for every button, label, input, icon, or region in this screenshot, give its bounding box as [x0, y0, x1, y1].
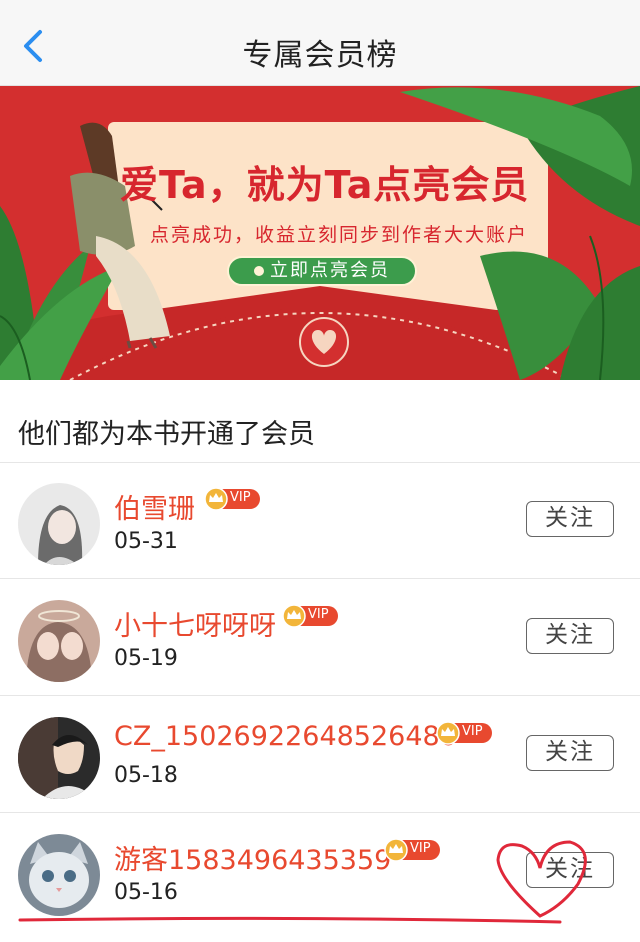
banner-subtitle: 点亮成功，收益立刻同步到作者大大账户 [150, 224, 529, 246]
banner-headline: 爱Ta，就为Ta点亮会员 [120, 163, 530, 207]
member-name[interactable]: 伯雪珊 [114, 487, 195, 526]
avatar-image [18, 600, 100, 682]
vip-badge: VIP [282, 604, 340, 628]
dot-icon [254, 266, 264, 276]
avatar[interactable] [18, 483, 100, 565]
vip-label: VIP [230, 490, 251, 505]
vip-label: VIP [308, 607, 329, 622]
promo-banner[interactable]: 爱Ta，就为Ta点亮会员 点亮成功，收益立刻同步到作者大大账户 立即点亮会员 [0, 86, 640, 380]
vip-badge: VIP [436, 721, 494, 745]
hand-drawn-heart-annotation [18, 840, 587, 924]
avatar-image [18, 717, 100, 799]
avatar[interactable] [18, 600, 100, 682]
page-title: 专属会员榜 [242, 38, 398, 73]
follow-button[interactable]: 关注 [526, 618, 614, 654]
vip-label: VIP [462, 724, 483, 739]
avatar[interactable] [18, 717, 100, 799]
member-row[interactable]: 伯雪珊 VIP 05-31 关注 [0, 463, 640, 579]
member-name[interactable]: 小十七呀呀呀 [114, 604, 276, 643]
light-up-member-button[interactable]: 立即点亮会员 [227, 256, 417, 286]
cta-label: 立即点亮会员 [270, 260, 390, 281]
member-date: 05-19 [114, 646, 178, 671]
member-row[interactable]: CZ_15026922648526480 VIP 05-18 关注 [0, 697, 640, 813]
member-row[interactable]: 小十七呀呀呀 VIP 05-19 关注 [0, 580, 640, 696]
vip-badge: VIP [204, 487, 262, 511]
member-date: 05-18 [114, 763, 178, 788]
member-date: 05-31 [114, 529, 178, 554]
section-title: 他们都为本书开通了会员 [18, 419, 315, 450]
follow-button[interactable]: 关注 [526, 735, 614, 771]
avatar-image [18, 483, 100, 565]
nav-header: 专属会员榜 [0, 0, 640, 86]
follow-button[interactable]: 关注 [526, 501, 614, 537]
member-name[interactable]: CZ_15026922648526480 [114, 721, 457, 752]
